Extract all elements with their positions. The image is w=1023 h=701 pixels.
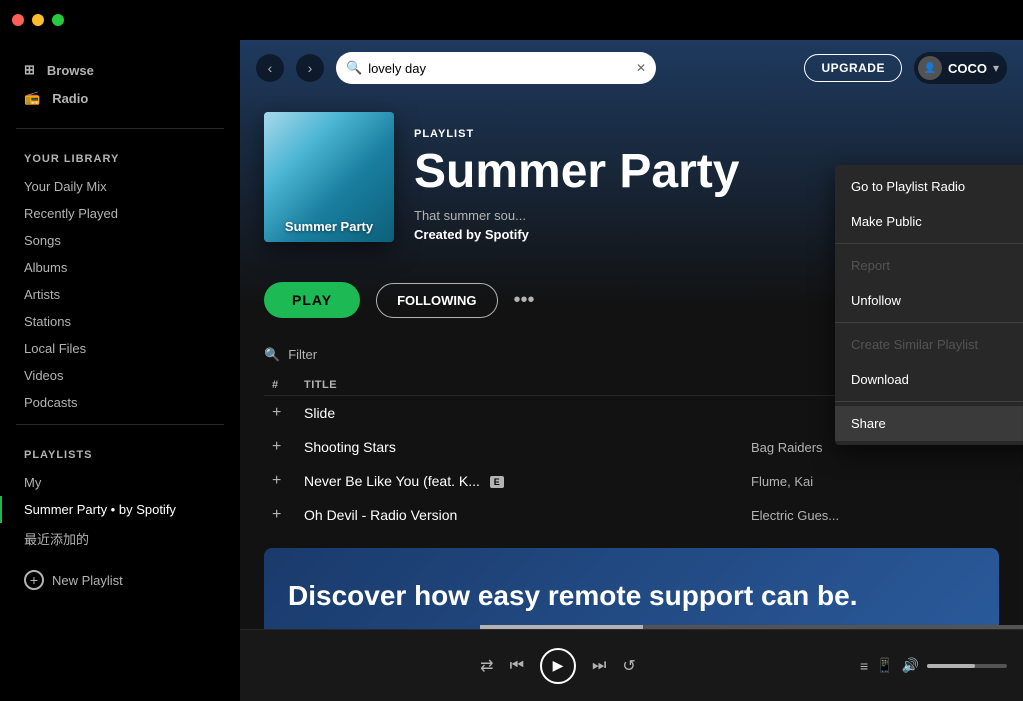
add-track-icon[interactable]: + — [272, 404, 304, 422]
user-menu-button[interactable]: 👤 COCO ▾ — [914, 52, 1007, 84]
filter-icon: 🔍 — [264, 347, 280, 363]
sidebar-divider-2 — [16, 424, 224, 425]
col-hash: # — [272, 379, 304, 391]
app-body: ⊞ Browse 📻 Radio YOUR LIBRARY Your Daily… — [0, 40, 1023, 701]
explicit-badge: E — [490, 476, 504, 488]
back-button[interactable]: ‹ — [256, 54, 284, 82]
sidebar-item-local-files[interactable]: Local Files — [0, 335, 240, 362]
play-button[interactable]: PLAY — [264, 282, 360, 318]
upgrade-button[interactable]: UPGRADE — [804, 54, 902, 82]
playlist-type-label: PLAYLIST — [414, 128, 999, 140]
search-input[interactable] — [368, 61, 630, 76]
chevron-down-icon: ▾ — [993, 61, 999, 75]
forward-button[interactable]: › — [296, 54, 324, 82]
new-playlist-button[interactable]: + New Playlist — [0, 562, 240, 598]
player-controls: ⇄ ⏮ ▶ ⏭ ↺ — [256, 648, 860, 684]
titlebar — [0, 0, 1023, 40]
track-name: Slide — [304, 405, 751, 421]
filter-label: Filter — [288, 347, 317, 362]
devices-icon[interactable]: 📱 — [876, 657, 893, 674]
shuffle-button[interactable]: ⇄ — [480, 656, 493, 676]
promo-banner: Discover how easy remote support can be. — [264, 548, 999, 629]
sidebar-item-browse[interactable]: ⊞ Browse — [16, 56, 224, 84]
track-name: Oh Devil - Radio Version — [304, 507, 751, 523]
close-button[interactable] — [12, 14, 24, 26]
playback-progress-bar[interactable] — [480, 625, 1023, 629]
table-row[interactable]: + Never Be Like You (feat. K... E Flume,… — [264, 464, 999, 498]
following-button[interactable]: FOLLOWING — [376, 283, 497, 318]
search-clear-icon[interactable]: ✕ — [636, 61, 646, 75]
repeat-button[interactable]: ↺ — [622, 656, 635, 676]
menu-separator-3 — [835, 401, 1023, 402]
search-bar: 🔍 ✕ — [336, 52, 656, 84]
sidebar-item-stations[interactable]: Stations — [0, 308, 240, 335]
content-area: ‹ › 🔍 ✕ UPGRADE 👤 COCO ▾ — [240, 40, 1023, 701]
menu-separator-2 — [835, 322, 1023, 323]
table-row[interactable]: + Oh Devil - Radio Version Electric Gues… — [264, 498, 999, 532]
topbar: ‹ › 🔍 ✕ UPGRADE 👤 COCO ▾ — [240, 40, 1023, 96]
menu-item-download[interactable]: Download — [835, 362, 1023, 397]
playback-progress-fill — [480, 625, 643, 629]
plus-circle-icon: + — [24, 570, 44, 590]
sidebar-item-recently-added[interactable]: 最近添加的 — [0, 523, 240, 554]
add-track-icon[interactable]: + — [272, 472, 304, 490]
track-artist: Flume, Kai — [751, 474, 951, 489]
user-name-label: COCO — [948, 61, 987, 76]
sidebar-item-albums[interactable]: Albums — [0, 254, 240, 281]
playlist-art: Summer Party — [264, 112, 394, 242]
track-artist: Electric Gues... — [751, 508, 951, 523]
sidebar: ⊞ Browse 📻 Radio YOUR LIBRARY Your Daily… — [0, 40, 240, 701]
playlists-section: PLAYLISTS — [0, 433, 240, 469]
sidebar-nav: ⊞ Browse 📻 Radio — [0, 48, 240, 120]
radio-icon: 📻 — [24, 90, 40, 106]
menu-item-create-similar: Create Similar Playlist — [835, 327, 1023, 362]
avatar: 👤 — [918, 56, 942, 80]
more-options-button[interactable]: ••• — [514, 290, 535, 310]
volume-fill — [927, 664, 975, 668]
player-right-controls: ≡ 📱 🔊 — [860, 657, 1007, 674]
player-bar: ⇄ ⏮ ▶ ⏭ ↺ ≡ 📱 🔊 — [240, 629, 1023, 701]
track-name: Never Be Like You (feat. K... E — [304, 473, 751, 489]
topbar-right: UPGRADE 👤 COCO ▾ — [804, 52, 1007, 84]
menu-item-go-to-radio[interactable]: Go to Playlist Radio — [835, 169, 1023, 204]
add-track-icon[interactable]: + — [272, 506, 304, 524]
menu-item-share[interactable]: Share › — [835, 406, 1023, 441]
maximize-button[interactable] — [52, 14, 64, 26]
sidebar-item-recently-played[interactable]: Recently Played — [0, 200, 240, 227]
sidebar-item-my-playlist[interactable]: My — [0, 469, 240, 496]
sidebar-item-podcasts[interactable]: Podcasts — [0, 389, 240, 416]
sidebar-item-songs[interactable]: Songs — [0, 227, 240, 254]
sidebar-item-artists[interactable]: Artists — [0, 281, 240, 308]
menu-item-unfollow[interactable]: Unfollow — [835, 283, 1023, 318]
col-title: TITLE — [304, 379, 751, 391]
minimize-button[interactable] — [32, 14, 44, 26]
menu-item-make-public[interactable]: Make Public — [835, 204, 1023, 239]
volume-icon[interactable]: 🔊 — [902, 657, 919, 674]
track-name: Shooting Stars — [304, 439, 751, 455]
menu-item-report: Report — [835, 248, 1023, 283]
playlist-art-overlay-text: Summer Party — [264, 219, 394, 234]
play-pause-button[interactable]: ▶ — [540, 648, 576, 684]
sidebar-item-daily-mix[interactable]: Your Daily Mix — [0, 173, 240, 200]
volume-slider[interactable] — [927, 664, 1007, 668]
next-button[interactable]: ⏭ — [592, 657, 606, 675]
sidebar-item-summer-party[interactable]: Summer Party • by Spotify — [0, 496, 240, 523]
browse-icon: ⊞ — [24, 62, 35, 78]
context-menu-playlist: Go to Playlist Radio Make Public Report … — [835, 165, 1023, 445]
queue-icon[interactable]: ≡ — [860, 658, 868, 674]
menu-separator — [835, 243, 1023, 244]
sidebar-item-radio[interactable]: 📻 Radio — [16, 84, 224, 112]
search-icon: 🔍 — [346, 60, 362, 76]
add-track-icon[interactable]: + — [272, 438, 304, 456]
previous-button[interactable]: ⏮ — [510, 657, 524, 675]
your-library-section: YOUR LIBRARY — [0, 137, 240, 173]
sidebar-divider-1 — [16, 128, 224, 129]
sidebar-item-videos[interactable]: Videos — [0, 362, 240, 389]
